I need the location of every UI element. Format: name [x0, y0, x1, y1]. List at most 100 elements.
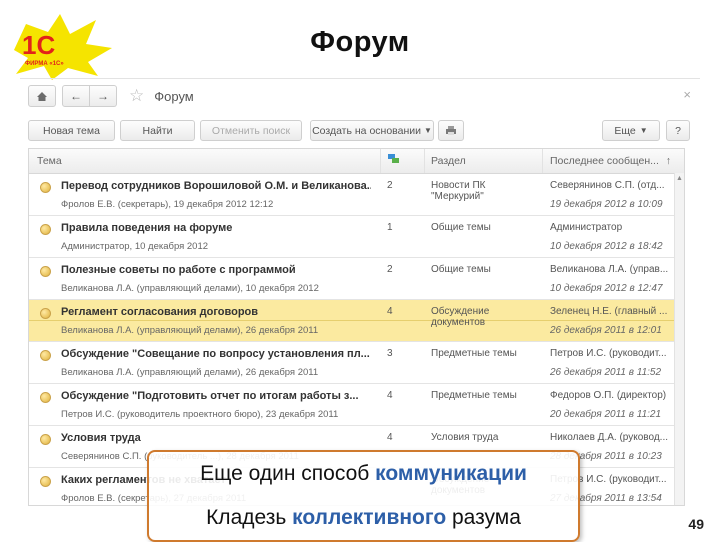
- message-count: 4: [387, 390, 393, 401]
- col-last-message-label: Последнее сообщен...: [550, 155, 659, 167]
- more-button[interactable]: Еще ▼: [602, 120, 660, 141]
- col-last-message[interactable]: Последнее сообщен... ↑: [550, 155, 671, 167]
- arrow-left-icon: ←: [70, 89, 82, 103]
- home-button[interactable]: [28, 85, 56, 107]
- topic-status-icon: [40, 182, 51, 193]
- message-count: 4: [387, 432, 393, 443]
- topic-section: Общие темы: [431, 264, 491, 275]
- table-row[interactable]: Обсуждение "Совещание по вопросу установ…: [29, 342, 684, 384]
- last-message-date: 26 декабря 2011 в 12:01: [550, 325, 662, 336]
- create-based-on-button[interactable]: Создать на основании ▼: [310, 120, 434, 141]
- topic-title: Обсуждение "Совещание по вопросу установ…: [61, 348, 370, 360]
- topic-author: Великанова Л.А. (управляющий делами), 26…: [61, 367, 319, 378]
- last-message-date: 20 декабря 2011 в 11:21: [550, 409, 662, 420]
- topic-author: Администратор, 10 декабря 2012: [61, 241, 209, 252]
- cancel-search-button[interactable]: Отменить поиск: [200, 120, 302, 141]
- print-button[interactable]: [438, 120, 464, 141]
- last-message-author: Администратор: [550, 222, 623, 233]
- topic-status-icon: [40, 476, 51, 487]
- page-number: 49: [688, 516, 704, 532]
- topic-title: Полезные советы по работе с программой: [61, 264, 296, 276]
- callout-text: Кладезь: [206, 506, 293, 529]
- table-row[interactable]: Обсуждение "Подготовить отчет по итогам …: [29, 384, 684, 426]
- last-message-date: 26 декабря 2011 в 11:52: [550, 367, 662, 378]
- message-count: 4: [387, 306, 393, 317]
- message-count: 2: [387, 264, 393, 275]
- topic-status-icon: [40, 224, 51, 235]
- topic-section: Предметные темы: [431, 348, 517, 359]
- topic-author: Фролов Е.В. (секретарь), 19 декабря 2012…: [61, 199, 274, 210]
- topic-author: Великанова Л.А. (управляющий делами), 10…: [61, 283, 319, 294]
- scrollbar[interactable]: ▲: [674, 173, 684, 505]
- callout-line-1: Еще один способ коммуникации: [149, 462, 578, 486]
- col-section[interactable]: Раздел: [431, 155, 466, 167]
- toolbar: Новая тема Найти Отменить поиск Создать …: [28, 120, 690, 141]
- topic-author: Великанова Л.А. (управляющий делами), 26…: [61, 325, 319, 336]
- message-count: 2: [387, 180, 393, 191]
- back-button[interactable]: ←: [62, 85, 90, 107]
- topic-section: Условия труда: [431, 432, 499, 443]
- slide-title: Форум: [310, 26, 410, 58]
- last-message-date: 10 декабря 2012 в 18:42: [550, 241, 663, 252]
- table-row[interactable]: Перевод сотрудников Ворошиловой О.М. и В…: [29, 174, 684, 216]
- scroll-up-icon: ▲: [676, 175, 683, 182]
- find-button[interactable]: Найти: [120, 120, 195, 141]
- table-row[interactable]: Полезные советы по работе с программой Ве…: [29, 258, 684, 300]
- message-count: 3: [387, 348, 393, 359]
- last-message-author: Северянинов С.П. (отд...: [550, 180, 665, 191]
- callout-box: Еще один способ коммуникации Кладезь кол…: [147, 450, 580, 542]
- last-message-author: Зеленец Н.Е. (главный ...: [550, 306, 668, 317]
- home-icon: [37, 91, 47, 101]
- topic-status-icon: [40, 434, 51, 445]
- nav-bar: ← → ☆ Форум: [28, 84, 194, 108]
- more-label: Еще: [614, 124, 636, 137]
- topic-status-icon: [40, 266, 51, 277]
- topic-status-icon: [40, 392, 51, 403]
- last-message-date: 10 декабря 2012 в 12:47: [550, 283, 663, 294]
- topic-title: Условия труда: [61, 432, 141, 444]
- topic-title: Правила поведения на форуме: [61, 222, 233, 234]
- window-title: Форум: [154, 88, 194, 104]
- table-header: Тема Раздел Последнее сообщен... ↑: [29, 149, 684, 174]
- last-message-author: Петров И.С. (руководит...: [550, 348, 667, 359]
- create-based-on-label: Создать на основании: [312, 124, 421, 137]
- forward-button[interactable]: →: [90, 85, 117, 107]
- help-button[interactable]: ?: [666, 120, 690, 141]
- star-icon[interactable]: ☆: [129, 86, 144, 106]
- row-divider: [29, 320, 684, 321]
- topic-title: Обсуждение "Подготовить отчет по итогам …: [61, 390, 359, 402]
- topic-title: Перевод сотрудников Ворошиловой О.М. и В…: [61, 180, 371, 192]
- col-count[interactable]: [387, 153, 400, 168]
- new-topic-button[interactable]: Новая тема: [28, 120, 115, 141]
- close-icon[interactable]: ×: [683, 87, 691, 102]
- last-message-author: Николаев Д.А. (руковод...: [550, 432, 669, 443]
- callout-highlight: коллективного: [292, 506, 447, 529]
- topic-section: Обсуждение документов: [431, 306, 490, 328]
- callout-text: разума: [446, 506, 521, 529]
- message-count: 1: [387, 222, 393, 233]
- arrow-right-icon: →: [97, 89, 109, 103]
- topic-section: Общие темы: [431, 222, 491, 233]
- divider: [20, 78, 700, 79]
- topic-author: Петров И.С. (руководитель проектного бюр…: [61, 409, 339, 420]
- table-row[interactable]: Правила поведения на форуме Администратор…: [29, 216, 684, 258]
- last-message-date: 19 декабря 2012 в 10:09: [550, 199, 663, 210]
- topic-status-icon: [40, 308, 51, 319]
- forum-window: ← → ☆ Форум × Новая тема Найти Отменить …: [23, 84, 699, 506]
- topic-status-icon: [40, 350, 51, 361]
- messages-icon: [388, 154, 399, 163]
- table-row[interactable]: Регламент согласования договоров Великано…: [29, 300, 684, 342]
- printer-icon: [446, 126, 456, 135]
- sort-up-icon: ↑: [665, 155, 672, 167]
- callout-line-2: Кладезь коллективного разума: [149, 506, 578, 530]
- last-message-author: Федоров О.П. (директор): [550, 390, 667, 401]
- chevron-down-icon: ▼: [639, 126, 648, 135]
- topic-title: Регламент согласования договоров: [61, 306, 259, 318]
- last-message-author: Великанова Л.А. (управ...: [550, 264, 669, 275]
- callout-highlight: коммуникации: [375, 462, 527, 485]
- chevron-down-icon: ▼: [424, 126, 432, 135]
- topic-section: Предметные темы: [431, 390, 517, 401]
- callout-text: Еще один способ: [200, 462, 376, 485]
- col-topic[interactable]: Тема: [37, 155, 62, 167]
- logo-text: ФИРМА «1С»: [25, 61, 64, 67]
